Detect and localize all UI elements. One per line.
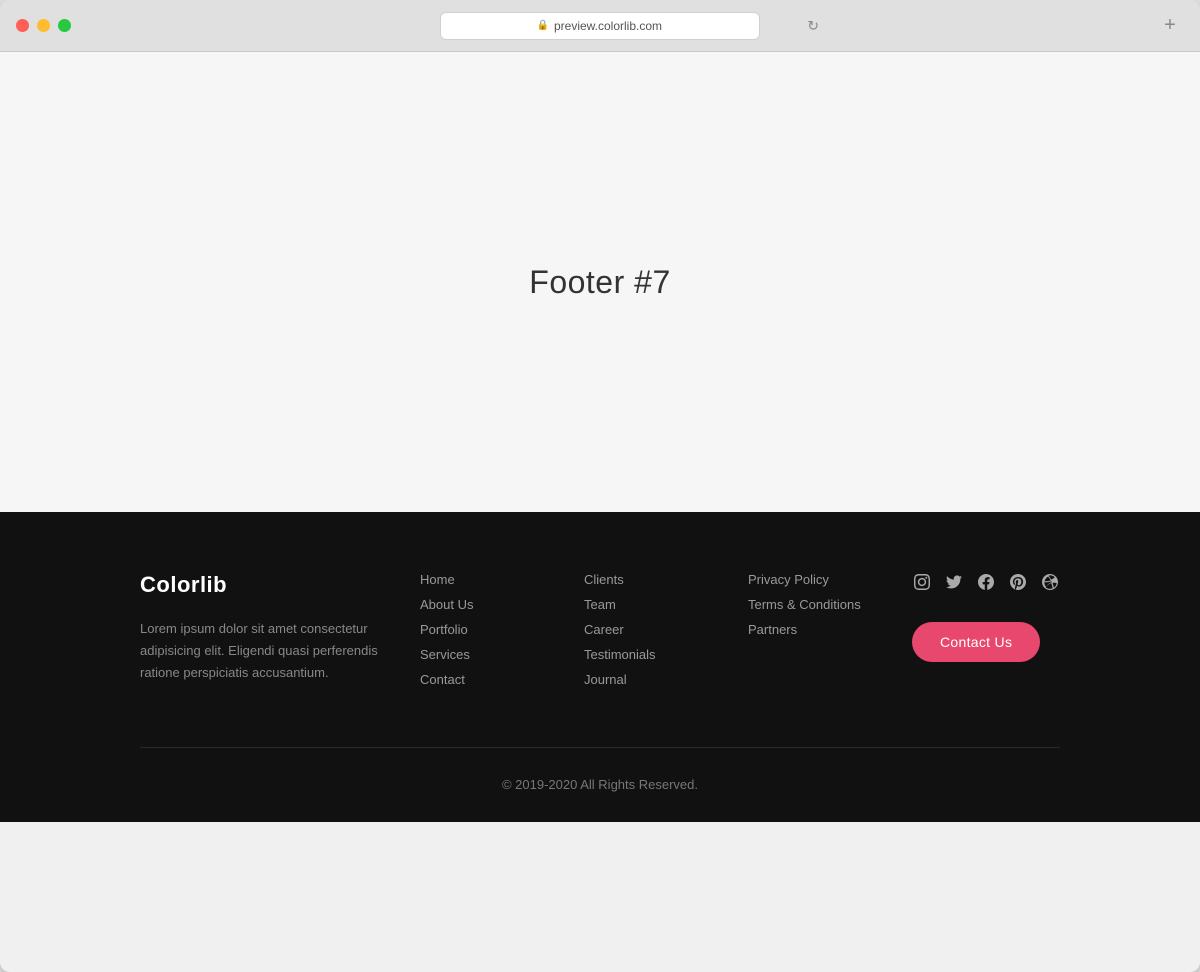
address-bar[interactable]: 🔒 preview.colorlib.com ↻ xyxy=(440,12,760,40)
nav-link-clients[interactable]: Clients xyxy=(584,572,748,587)
new-tab-button[interactable]: + xyxy=(1156,12,1184,40)
footer-nav-col-3: Privacy Policy Terms & Conditions Partne… xyxy=(748,572,912,687)
nav-link-partners[interactable]: Partners xyxy=(748,622,912,637)
nav-link-career[interactable]: Career xyxy=(584,622,748,637)
browser-titlebar: 🔒 preview.colorlib.com ↻ + xyxy=(0,0,1200,52)
browser-buttons xyxy=(16,19,71,32)
footer-top: Colorlib Lorem ipsum dolor sit amet cons… xyxy=(140,572,1060,747)
contact-us-button[interactable]: Contact Us xyxy=(912,622,1040,662)
footer-bottom: © 2019-2020 All Rights Reserved. xyxy=(140,748,1060,822)
page-title: Footer #7 xyxy=(529,264,670,301)
footer-description: Lorem ipsum dolor sit amet consectetur a… xyxy=(140,618,380,684)
dribbble-icon[interactable] xyxy=(1040,572,1060,592)
nav-link-testimonials[interactable]: Testimonials xyxy=(584,647,748,662)
instagram-icon[interactable] xyxy=(912,572,932,592)
footer-nav-col-2: Clients Team Career Testimonials Journal xyxy=(584,572,748,687)
social-icons xyxy=(912,572,1060,592)
facebook-icon[interactable] xyxy=(976,572,996,592)
twitter-icon[interactable] xyxy=(944,572,964,592)
nav-link-portfolio[interactable]: Portfolio xyxy=(420,622,584,637)
footer-nav-columns: Home About Us Portfolio Services Contact… xyxy=(420,572,1060,687)
page-content-area: Footer #7 xyxy=(0,52,1200,512)
footer-logo: Colorlib xyxy=(140,572,380,598)
nav-link-home[interactable]: Home xyxy=(420,572,584,587)
maximize-button[interactable] xyxy=(58,19,71,32)
close-button[interactable] xyxy=(16,19,29,32)
url-text: preview.colorlib.com xyxy=(554,19,662,33)
nav-link-terms[interactable]: Terms & Conditions xyxy=(748,597,912,612)
footer-brand: Colorlib Lorem ipsum dolor sit amet cons… xyxy=(140,572,420,684)
nav-link-privacy[interactable]: Privacy Policy xyxy=(748,572,912,587)
footer-copyright: © 2019-2020 All Rights Reserved. xyxy=(502,777,698,792)
nav-link-contact[interactable]: Contact xyxy=(420,672,584,687)
nav-link-team[interactable]: Team xyxy=(584,597,748,612)
footer-nav-col-1: Home About Us Portfolio Services Contact xyxy=(420,572,584,687)
footer-social-col: Contact Us xyxy=(912,572,1060,687)
refresh-button[interactable]: ↻ xyxy=(807,17,819,34)
pinterest-icon[interactable] xyxy=(1008,572,1028,592)
nav-link-about[interactable]: About Us xyxy=(420,597,584,612)
browser-window: 🔒 preview.colorlib.com ↻ + Footer #7 Col… xyxy=(0,0,1200,972)
minimize-button[interactable] xyxy=(37,19,50,32)
nav-link-services[interactable]: Services xyxy=(420,647,584,662)
footer: Colorlib Lorem ipsum dolor sit amet cons… xyxy=(0,512,1200,822)
lock-icon: 🔒 xyxy=(538,20,548,32)
nav-link-journal[interactable]: Journal xyxy=(584,672,748,687)
